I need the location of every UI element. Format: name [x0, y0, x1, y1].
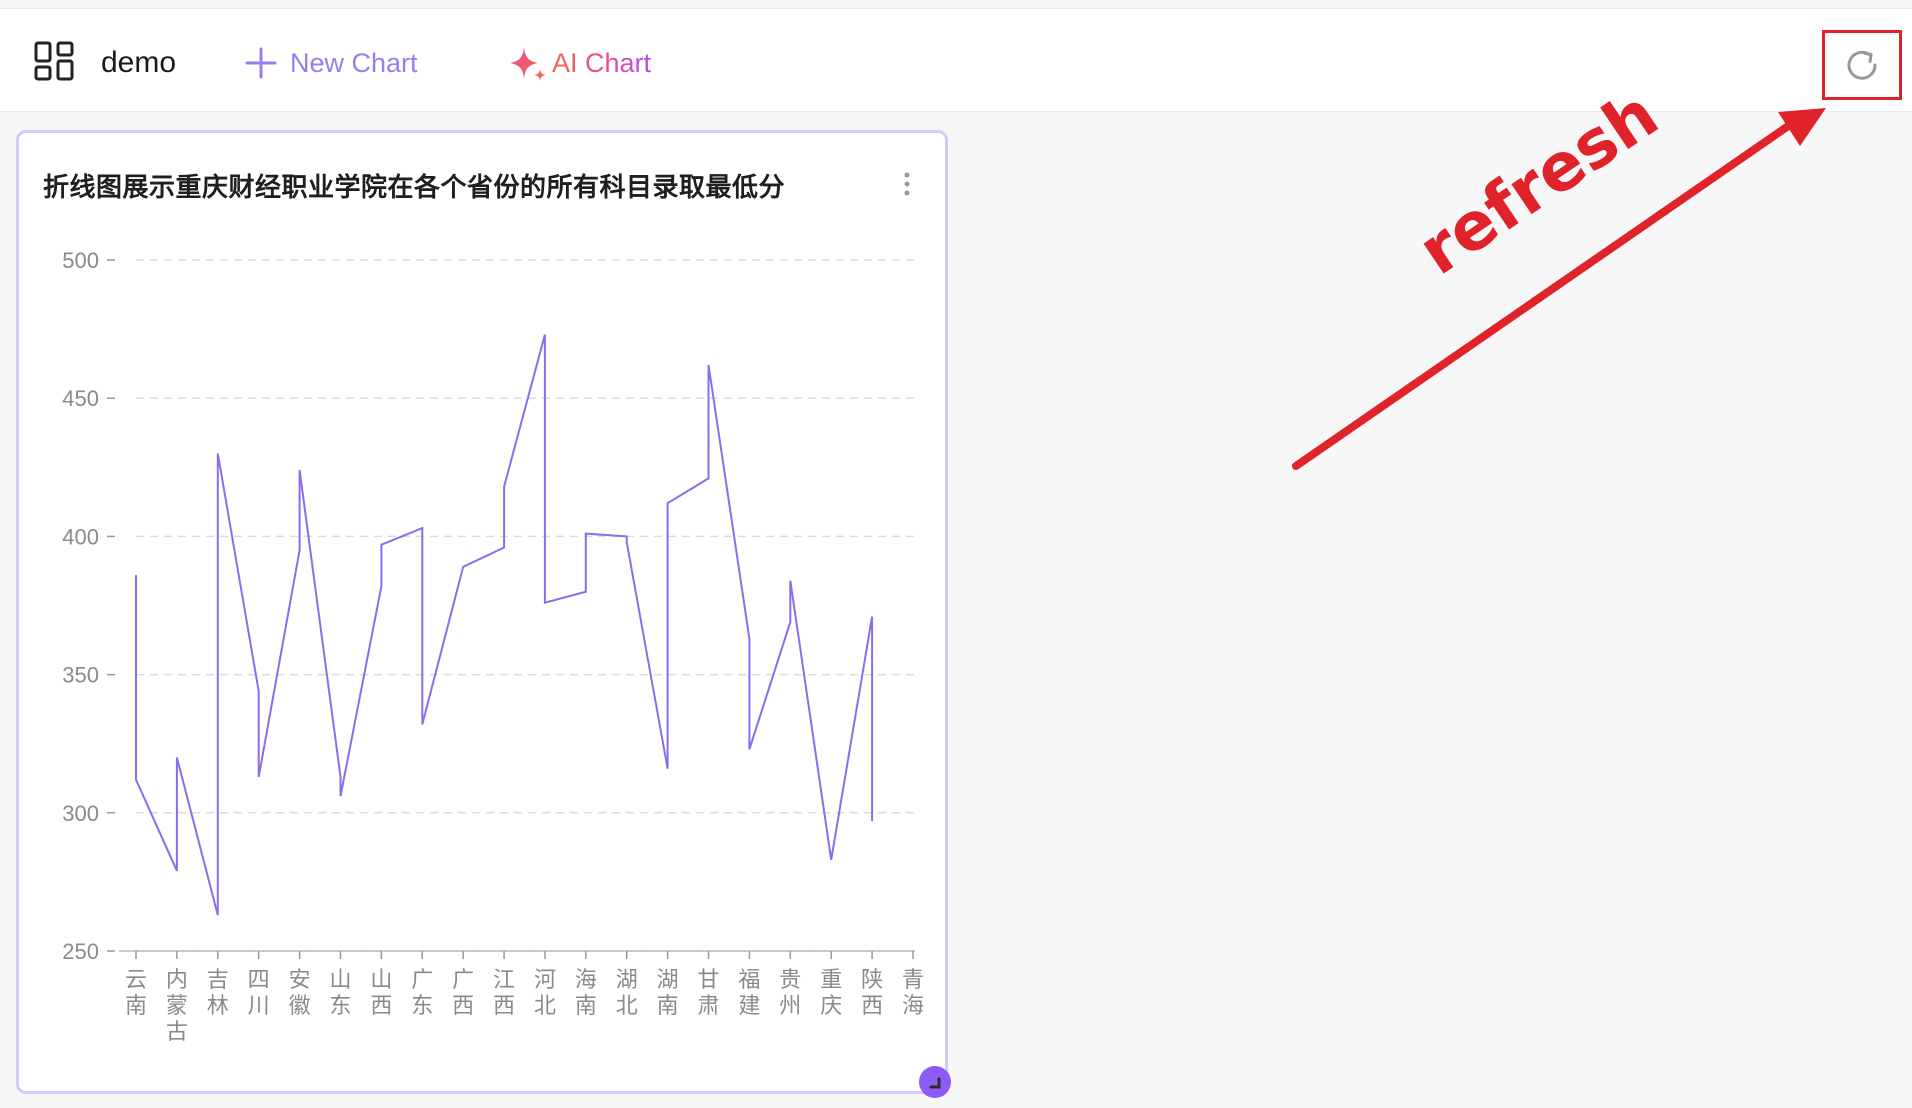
x-tick-label: 陕西: [861, 968, 883, 1019]
x-tick-label: 青海: [902, 968, 924, 1019]
dashboard-grid-icon[interactable]: [34, 41, 74, 81]
x-tick-label: 内蒙古: [166, 968, 188, 1045]
x-tick-label: 广东: [411, 968, 433, 1019]
app-title: demo: [101, 46, 177, 79]
y-tick-label: 450: [62, 386, 99, 411]
x-tick-label: 贵州: [779, 968, 801, 1019]
x-tick-label: 福建: [738, 968, 760, 1019]
x-tick-label: 吉林: [207, 968, 229, 1019]
sparkle-icon: [510, 47, 546, 81]
x-tick-label: 江西: [493, 968, 515, 1019]
top-strip: [0, 0, 1912, 9]
resize-handle[interactable]: [919, 1066, 951, 1098]
ai-chart-label: AI Chart: [552, 47, 652, 78]
x-tick-label: 湖北: [616, 968, 638, 1019]
x-tick-label: 山东: [329, 968, 351, 1019]
x-tick-label: 广西: [452, 968, 474, 1019]
y-tick-label: 300: [62, 801, 99, 826]
plus-icon: [245, 47, 277, 79]
x-tick-label: 安徽: [289, 968, 311, 1019]
x-tick-label: 四川: [248, 968, 270, 1019]
y-tick-label: 350: [62, 663, 99, 688]
y-tick-label: 500: [62, 248, 99, 273]
resize-handle-icon: [929, 1077, 941, 1089]
refresh-button[interactable]: [1822, 30, 1902, 100]
new-chart-label: New Chart: [290, 47, 418, 78]
x-tick-label: 海南: [575, 968, 597, 1019]
x-tick-label: 山西: [370, 968, 392, 1019]
y-tick-label: 250: [62, 939, 99, 964]
refresh-icon: [1847, 50, 1877, 80]
series-line: [135, 334, 874, 916]
x-tick-label: 河北: [534, 968, 556, 1019]
x-tick-label: 甘肃: [698, 968, 720, 1019]
x-tick-label: 重庆: [820, 968, 842, 1019]
line-chart: 500 450 400 350 300 250 云南内蒙古吉林四川安徽山东山西广东广西江西河…: [62, 248, 924, 1045]
x-tick-label: 云南: [125, 968, 147, 1019]
new-chart-button[interactable]: New Chart: [244, 43, 418, 83]
ai-chart-button[interactable]: AI Chart: [508, 43, 651, 83]
chart-card[interactable]: 折线图展示重庆财经职业学院在各个省份的所有科目录取最低分 500 450 400 35…: [16, 130, 948, 1094]
x-tick-label: 湖南: [657, 968, 679, 1019]
y-tick-label: 400: [62, 524, 99, 549]
